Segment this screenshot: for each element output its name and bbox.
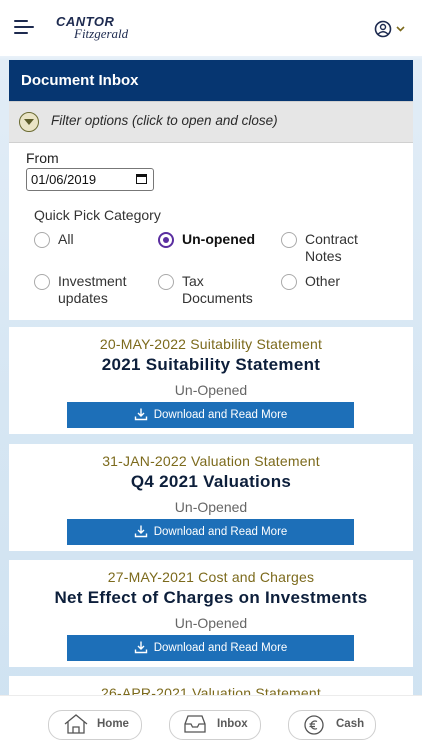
download-button-label: Download and Read More	[153, 526, 288, 538]
document-subtitle: 20-MAY-2022 Suitability Statement	[99, 336, 323, 352]
radio-circle[interactable]	[158, 274, 174, 290]
document-status: Un-Opened	[174, 615, 248, 631]
document-status: Un-Opened	[174, 382, 248, 398]
radio-circle[interactable]	[281, 274, 297, 290]
bottom-nav: Home Inbox Cash	[0, 695, 422, 751]
download-button-label: Download and Read More	[153, 642, 288, 654]
radio-label-line2: Notes	[305, 248, 342, 264]
radio-label: Tax Documents	[182, 273, 253, 307]
document-subtitle: 27-MAY-2021 Cost and Charges	[107, 569, 315, 585]
quick-pick-label: Quick Pick Category	[34, 207, 161, 223]
radio-label: All	[58, 231, 74, 247]
document-inbox-panel: Document Inbox Filter options (click to …	[9, 60, 413, 320]
document-title: Net Effect of Charges on Investments	[54, 588, 368, 607]
from-date-input[interactable]: 01/06/2019	[26, 168, 154, 191]
from-label: From	[26, 150, 59, 166]
document-card: 20-MAY-2022 Suitability Statement 2021 S…	[9, 327, 413, 434]
radio-label-line1: Investment	[58, 273, 127, 289]
download-read-more-button[interactable]: Download and Read More	[67, 402, 354, 428]
nav-cash-button[interactable]: Cash	[288, 710, 376, 740]
filter-options-bar[interactable]: Filter options (click to open and close)	[9, 101, 413, 143]
user-menu-button[interactable]	[372, 18, 412, 40]
radio-label-line2: Documents	[182, 290, 253, 306]
radio-label-line1: Contract	[305, 231, 358, 247]
panel-title: Document Inbox	[9, 60, 413, 101]
home-icon	[64, 714, 88, 734]
cantor-fitzgerald-logo: CANTOR Fitzgerald	[52, 14, 142, 44]
radio-label-line1: Tax	[182, 273, 204, 289]
download-icon	[134, 408, 147, 421]
nav-inbox-button[interactable]: Inbox	[169, 710, 261, 740]
inbox-tray-icon	[184, 715, 206, 733]
logo-line2: Fitzgerald	[74, 26, 129, 41]
document-card: 27-MAY-2021 Cost and Charges Net Effect …	[9, 560, 413, 667]
document-subtitle: 31-JAN-2022 Valuation Statement	[102, 453, 320, 469]
document-title: Q4 2021 Valuations	[130, 472, 292, 491]
top-bar: CANTOR Fitzgerald	[0, 0, 422, 56]
download-button-label: Download and Read More	[153, 409, 288, 421]
nav-home-button[interactable]: Home	[48, 710, 142, 740]
document-status: Un-Opened	[174, 499, 248, 515]
nav-inbox-label: Inbox	[217, 718, 248, 730]
download-read-more-button[interactable]: Download and Read More	[67, 635, 354, 661]
radio-circle[interactable]	[281, 232, 297, 248]
chevron-down-icon[interactable]	[19, 112, 39, 132]
nav-cash-label: Cash	[336, 718, 365, 730]
nav-home-label: Home	[97, 718, 129, 730]
filter-options-text[interactable]: Filter options (click to open and close)	[51, 113, 278, 128]
document-title: 2021 Suitability Statement	[101, 355, 321, 374]
radio-circle[interactable]	[34, 274, 50, 290]
download-icon	[134, 525, 147, 538]
from-date-value: 01/06/2019	[31, 172, 97, 187]
radio-circle[interactable]	[34, 232, 50, 248]
radio-label-line2: updates	[58, 290, 108, 306]
calendar-icon[interactable]	[136, 174, 147, 184]
euro-icon	[304, 715, 324, 735]
user-circle-icon	[374, 20, 405, 38]
radio-label: Contract Notes	[305, 231, 358, 265]
download-icon	[134, 641, 147, 654]
document-card: 31-JAN-2022 Valuation Statement Q4 2021 …	[9, 444, 413, 551]
hamburger-menu-icon[interactable]	[14, 20, 34, 36]
radio-label: Investment updates	[58, 273, 126, 307]
radio-label: Un-opened	[182, 231, 256, 247]
radio-circle-selected[interactable]	[158, 232, 174, 248]
radio-label: Other	[305, 273, 341, 289]
download-read-more-button[interactable]: Download and Read More	[67, 519, 354, 545]
